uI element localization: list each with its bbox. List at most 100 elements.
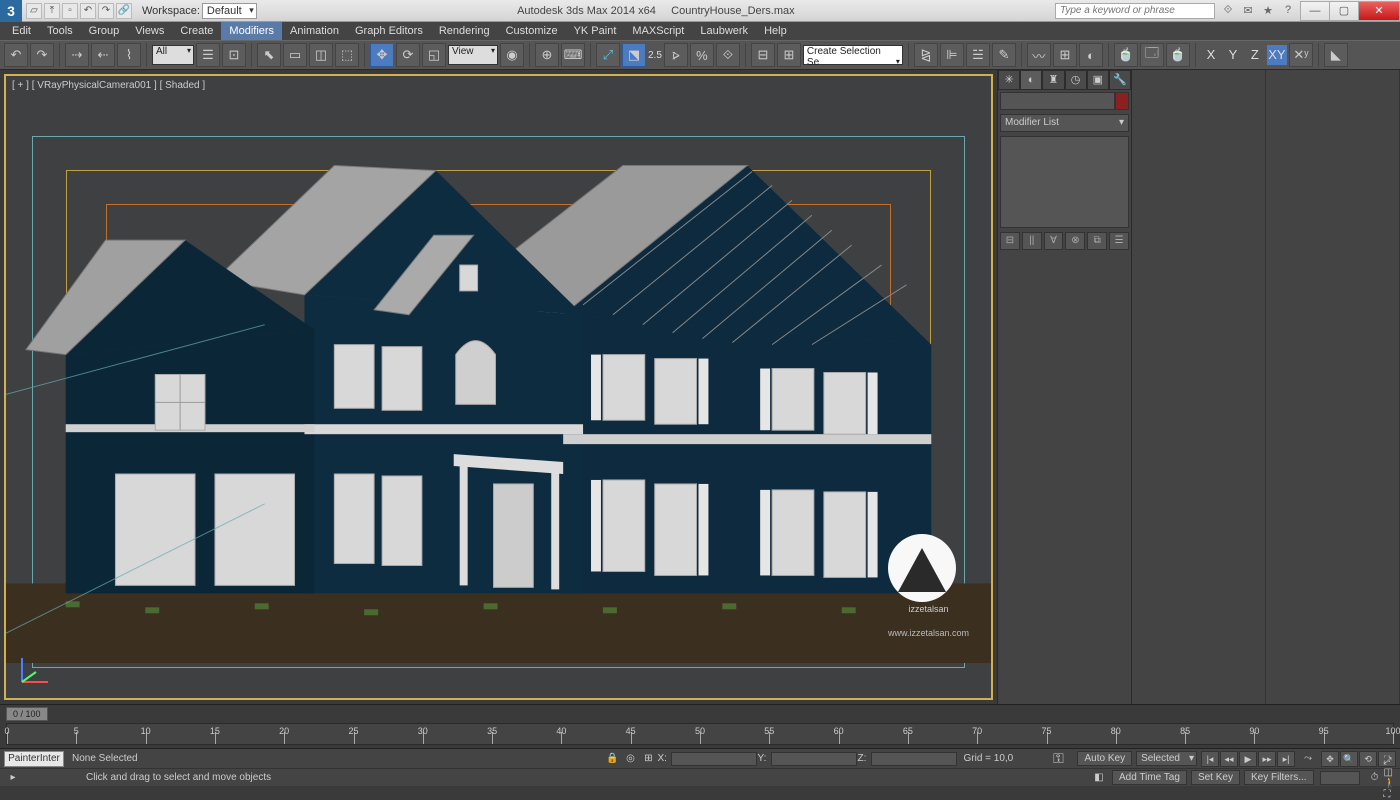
qat-undo-icon[interactable]: ↶ <box>80 3 96 19</box>
extra-tool-icon[interactable]: ◣ <box>1324 43 1348 67</box>
workspace-dropdown[interactable]: Default <box>202 3 257 19</box>
next-frame-icon[interactable]: ▸▸ <box>1258 751 1276 767</box>
select-object-icon[interactable]: ⬉ <box>257 43 281 67</box>
tab-motion-icon[interactable]: ◷ <box>1065 70 1087 90</box>
help-search-input[interactable] <box>1055 3 1215 19</box>
qat-new-icon[interactable]: ▱ <box>26 3 42 19</box>
time-config-icon[interactable]: ⤳ <box>1299 753 1317 764</box>
named-selection-dropdown[interactable]: Create Selection Se <box>803 45 903 65</box>
angle-snap-icon[interactable]: ⬔ <box>622 43 646 67</box>
layers-icon[interactable]: ☱ <box>966 43 990 67</box>
qat-link-icon[interactable]: 🔗 <box>116 3 132 19</box>
selection-lock-icon[interactable]: ⊞ <box>639 753 657 764</box>
menu-maxscript[interactable]: MAXScript <box>624 22 692 40</box>
tab-modify-icon[interactable]: ◐ <box>1020 70 1042 90</box>
axis-xy[interactable]: XY <box>1267 45 1287 65</box>
keyfilters-button[interactable]: Key Filters... <box>1244 770 1314 785</box>
menu-graph-editors[interactable]: Graph Editors <box>347 22 431 40</box>
goto-start-icon[interactable]: |◂ <box>1201 751 1219 767</box>
edit-named-sel-icon[interactable]: ⟐ <box>716 43 740 67</box>
qat-save-icon[interactable]: ▫ <box>62 3 78 19</box>
macro-rec-icon[interactable]: ◧ <box>1090 772 1108 783</box>
nav2-fov-icon[interactable]: ◫ <box>1384 767 1396 778</box>
autokey-button[interactable]: Auto Key <box>1077 751 1132 766</box>
select-manip-icon[interactable]: ⊕ <box>535 43 559 67</box>
filterlist-icon[interactable]: ☰ <box>196 43 220 67</box>
qat-redo-icon[interactable]: ↷ <box>98 3 114 19</box>
nav-zoom-icon[interactable]: 🔍 <box>1340 751 1358 767</box>
ref-coord-dropdown[interactable]: View <box>448 45 498 65</box>
gutter-col-1[interactable] <box>1132 70 1266 704</box>
painter-button[interactable]: PainterInter <box>4 751 64 767</box>
app-logo-icon[interactable]: 3 <box>0 0 22 22</box>
menu-help[interactable]: Help <box>756 22 795 40</box>
close-button[interactable]: ✕ <box>1358 1 1400 21</box>
percent-snap-icon[interactable]: ⦠ <box>664 43 688 67</box>
nav-orbit-icon[interactable]: ⟲ <box>1359 751 1377 767</box>
menu-tools[interactable]: Tools <box>39 22 81 40</box>
coord-y-input[interactable] <box>771 752 857 766</box>
stack-btn-3[interactable]: ⊗ <box>1065 232 1085 250</box>
nav2-walk-icon[interactable]: 🚶 <box>1384 778 1396 789</box>
mirror-icon[interactable]: ⧎ <box>914 43 938 67</box>
stack-btn-1[interactable]: || <box>1022 232 1042 250</box>
curve-editor-icon[interactable]: 〰 <box>1027 43 1051 67</box>
menu-create[interactable]: Create <box>172 22 221 40</box>
key-target-dropdown[interactable]: Selected <box>1136 751 1197 766</box>
axis-z[interactable]: Z <box>1245 45 1265 65</box>
maximize-button[interactable]: ▢ <box>1329 1 1359 21</box>
time-config2-icon[interactable]: ⏱ <box>1366 772 1384 783</box>
axis-y[interactable]: Y <box>1223 45 1243 65</box>
play-icon[interactable]: ▶ <box>1239 751 1257 767</box>
goto-end-icon[interactable]: ▸| <box>1277 751 1295 767</box>
axis-lock-icon[interactable]: ✕ʸ <box>1289 43 1313 67</box>
select-move-icon[interactable]: ✥ <box>370 43 394 67</box>
modifier-stack[interactable] <box>1000 136 1129 228</box>
coord-z-input[interactable] <box>871 752 957 766</box>
snap-toggle-icon[interactable]: ⤢ <box>596 43 620 67</box>
use-center-icon[interactable]: ◉ <box>500 43 524 67</box>
menu-group[interactable]: Group <box>81 22 128 40</box>
axis-x[interactable]: X <box>1201 45 1221 65</box>
named-sel-prev-icon[interactable]: ⊟ <box>751 43 775 67</box>
object-color-swatch[interactable] <box>1115 92 1129 110</box>
schematic-icon[interactable]: ⊞ <box>1053 43 1077 67</box>
setkey-button[interactable]: Set Key <box>1191 770 1240 785</box>
named-sel-next-icon[interactable]: ⊞ <box>777 43 801 67</box>
rendered-frame-icon[interactable]: 🗔 <box>1140 43 1164 67</box>
stack-btn-5[interactable]: ☰ <box>1109 232 1129 250</box>
prev-frame-icon[interactable]: ◂◂ <box>1220 751 1238 767</box>
redo-icon[interactable]: ↷ <box>30 43 54 67</box>
current-frame-input[interactable] <box>1320 771 1360 785</box>
menu-views[interactable]: Views <box>127 22 172 40</box>
link-icon[interactable]: ⇢ <box>65 43 89 67</box>
nav-pan-icon[interactable]: ✥ <box>1321 751 1339 767</box>
menu-edit[interactable]: Edit <box>4 22 39 40</box>
menu-customize[interactable]: Customize <box>498 22 566 40</box>
help-icon[interactable]: ? <box>1281 4 1295 18</box>
keyboard-shortcut-icon[interactable]: ⌨ <box>561 43 585 67</box>
lock-selection-icon[interactable]: 🔒 <box>603 753 621 764</box>
tab-display-icon[interactable]: ▣ <box>1087 70 1109 90</box>
render-setup-icon[interactable]: 🍵 <box>1114 43 1138 67</box>
add-time-tag-button[interactable]: Add Time Tag <box>1112 770 1187 785</box>
viewport[interactable]: [ + ] [ VRayPhysicalCamera001 ] [ Shaded… <box>4 74 993 700</box>
select-rotate-icon[interactable]: ⟳ <box>396 43 420 67</box>
select-region-icon[interactable]: ◫ <box>309 43 333 67</box>
graphite-icon[interactable]: ✎ <box>992 43 1016 67</box>
bind-space-warp-icon[interactable]: ⌇ <box>117 43 141 67</box>
subscription-icon[interactable]: ⟐ <box>1221 4 1235 18</box>
script-toggle-icon[interactable]: ▸ <box>4 772 22 783</box>
tab-hierarchy-icon[interactable]: ♜ <box>1042 70 1064 90</box>
key-mode-icon[interactable]: ⚿ <box>1049 750 1067 767</box>
select-scale-icon[interactable]: ◱ <box>422 43 446 67</box>
selection-filter-dropdown[interactable]: All <box>152 45 194 65</box>
unlink-icon[interactable]: ⇠ <box>91 43 115 67</box>
align-icon[interactable]: ⊫ <box>940 43 964 67</box>
menu-rendering[interactable]: Rendering <box>431 22 498 40</box>
spinner-value[interactable]: 2.5 <box>648 50 662 61</box>
time-ruler[interactable]: 0510152025303540455055606570758085909510… <box>6 723 1394 745</box>
menu-modifiers[interactable]: Modifiers <box>221 22 282 40</box>
tab-utilities-icon[interactable]: 🔧 <box>1109 70 1131 90</box>
menu-yk-paint[interactable]: YK Paint <box>566 22 625 40</box>
